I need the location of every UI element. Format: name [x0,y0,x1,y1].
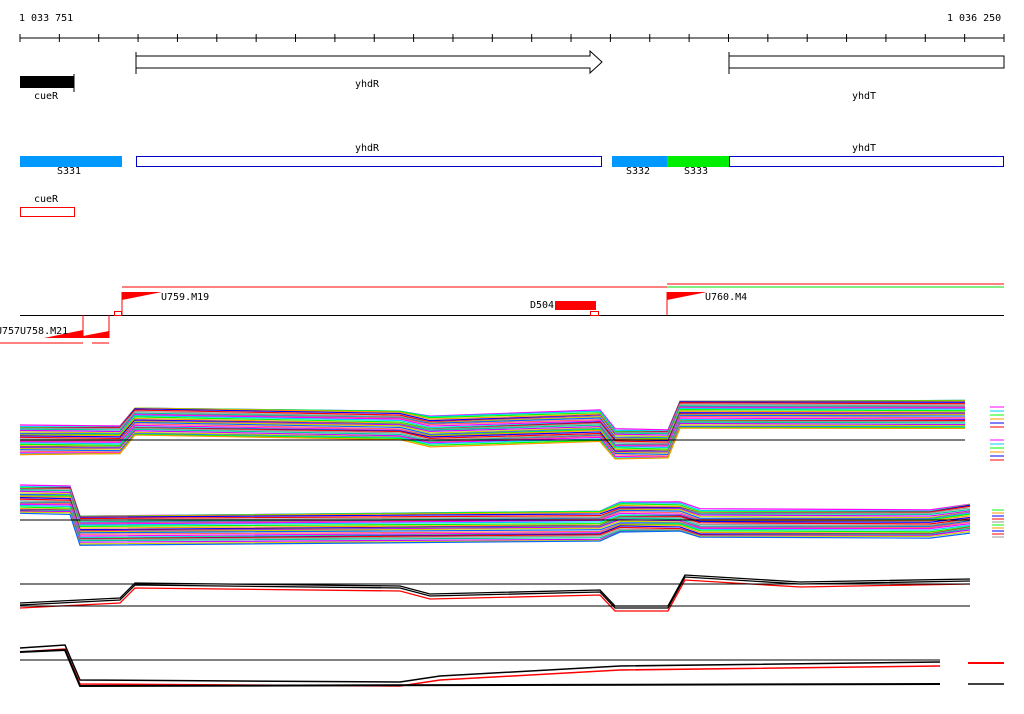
gene-cueR [20,76,74,88]
gene-label-cueR: cueR [34,91,59,102]
segment-label-S332: S332 [626,166,651,177]
operon-cueR [20,207,75,217]
segment-yhdT [729,156,1004,167]
tss-label-D504: D504 [530,300,555,311]
expression-track-4-line [19,644,941,683]
segment-label-S333: S333 [684,166,709,177]
tss-label-U760: U760.M4 [705,292,748,303]
tss-U759-flag [122,292,162,300]
tss-label-U758: U758.M21 [20,326,69,337]
tss-D504-bar [555,301,596,310]
tss-U757-flag [83,331,109,338]
tss-D504-box [590,311,599,316]
tracks-canvas[interactable] [0,0,1024,714]
gene-yhdR-arrow [135,49,603,75]
tss-U759-box [114,311,122,316]
gene-label-yhdR: yhdR [355,79,380,90]
segment-yhdR [136,156,602,167]
genome-browser: 1 033 751 1 036 250 cueR yhdR yhdT S331 … [0,0,1024,714]
operon-label-cueR: cueR [34,194,59,205]
segment-label-yhdR: yhdR [355,143,380,154]
gene-label-yhdT: yhdT [852,91,877,102]
tss-label-U759: U759.M19 [161,292,210,303]
gene-yhdT [728,55,1005,69]
tss-label-U757: U757 [0,326,21,337]
expression-track-3-line [19,574,971,607]
tss-U760-flag [667,292,707,300]
segment-label-S331: S331 [57,166,82,177]
segment-label-yhdT: yhdT [852,143,877,154]
